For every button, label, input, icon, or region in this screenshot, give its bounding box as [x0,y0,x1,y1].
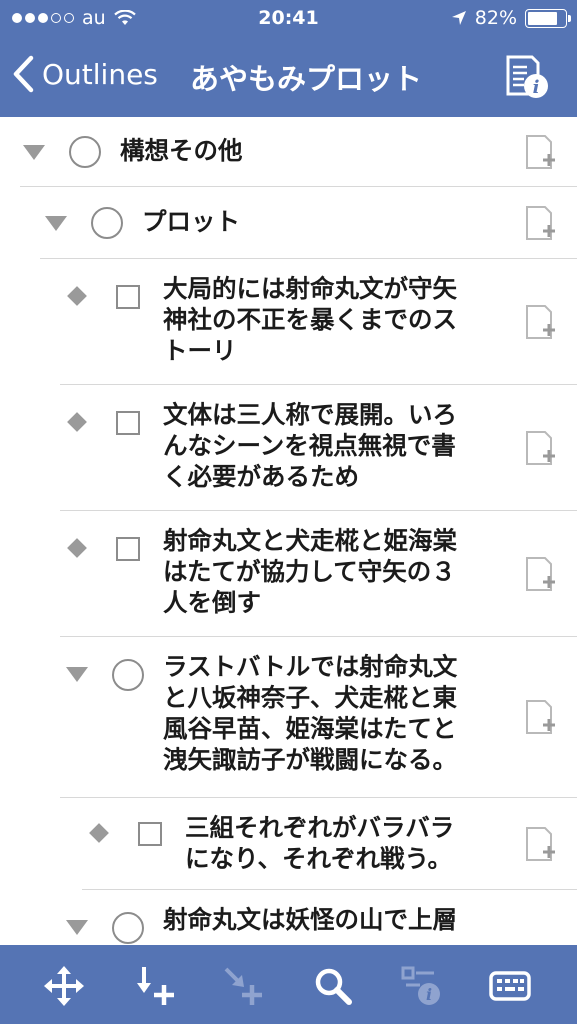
expand-triangle-icon[interactable] [23,145,45,160]
outline-list: 構想その他 プロット 大局的には射命丸文が守矢 神社の不正を暴くまでのス トーリ [0,117,577,945]
task-checkbox[interactable] [116,537,140,561]
add-note-icon[interactable] [525,205,557,241]
leaf-diamond-icon [67,538,87,558]
leaf-diamond-icon [67,286,87,306]
battery-icon [525,8,571,28]
row-text: 構想その他 [120,136,243,165]
navigation-bar: Outlines あやもみプロット i [0,38,577,117]
outline-row[interactable]: プロット [0,187,577,259]
outline-row[interactable]: 射命丸文と犬走椛と姫海棠 はたてが協力して守矢の３ 人を倒す [0,511,577,637]
topic-circle[interactable] [112,912,144,944]
expand-triangle-icon[interactable] [66,667,88,682]
leaf-diamond-icon [89,823,109,843]
add-note-icon[interactable] [525,826,557,862]
add-note-icon[interactable] [525,556,557,592]
add-sibling-icon-disabled [224,967,262,1005]
task-checkbox[interactable] [116,285,140,309]
add-note-icon[interactable] [525,430,557,466]
expand-triangle-icon[interactable] [45,216,67,231]
expand-triangle-icon[interactable] [66,920,88,935]
outline-row[interactable]: 射命丸文は妖怪の山で上層 [0,890,577,945]
task-checkbox[interactable] [138,822,162,846]
svg-text:i: i [533,77,540,98]
outline-row[interactable]: 大局的には射命丸文が守矢 神社の不正を暴くまでのス トーリ [0,259,577,385]
keyboard-icon[interactable] [489,965,531,1007]
leaf-diamond-icon [67,412,87,432]
page-title: あやもみプロット [190,62,423,96]
add-note-icon[interactable] [525,699,557,735]
search-icon[interactable] [312,965,354,1007]
move-arrows-icon[interactable] [43,965,85,1007]
task-checkbox[interactable] [116,411,140,435]
location-arrow-icon [451,11,466,25]
topic-circle[interactable] [91,207,123,239]
back-button[interactable]: Outlines [12,52,158,96]
document-info-icon[interactable]: i [502,54,550,100]
topic-circle[interactable] [69,136,101,168]
svg-text:i: i [426,985,432,1004]
topic-circle[interactable] [112,659,144,691]
add-child-icon[interactable] [134,965,176,1007]
chevron-left-icon [13,55,34,93]
row-text: 文体は三人称で展開。いろ んなシーンを視点無視で書 く必要があるため [163,400,457,491]
item-info-icon-disabled: i [401,966,440,1005]
top-bar: au 20:41 82% Outlines あやもみプロット i [0,0,577,117]
battery-percent: 82% [474,7,517,29]
add-note-icon[interactable] [525,134,557,170]
outline-row[interactable]: 文体は三人称で展開。いろ んなシーンを視点無視で書 く必要があるため [0,385,577,511]
status-bar: au 20:41 82% [0,0,577,38]
back-label: Outlines [42,57,158,91]
add-note-icon[interactable] [525,304,557,340]
row-text: 射命丸文は妖怪の山で上層 [163,905,457,934]
outline-row[interactable]: 三組それぞれがバラバラ になり、それぞれ戦う。 [0,798,577,890]
row-text: 大局的には射命丸文が守矢 神社の不正を暴くまでのス トーリ [163,274,457,365]
bottom-toolbar: i [0,945,577,1024]
row-text: ラストバトルでは射命丸文 と八坂神奈子、犬走椛と東 風谷早苗、姫海棠はたてと 洩… [163,652,458,774]
outline-row[interactable]: 構想その他 [0,117,577,187]
outline-row[interactable]: ラストバトルでは射命丸文 と八坂神奈子、犬走椛と東 風谷早苗、姫海棠はたてと 洩… [0,637,577,798]
row-text: 射命丸文と犬走椛と姫海棠 はたてが協力して守矢の３ 人を倒す [163,526,457,617]
row-text: プロット [142,207,240,236]
row-text: 三組それぞれがバラバラ になり、それぞれ戦う。 [185,813,455,873]
